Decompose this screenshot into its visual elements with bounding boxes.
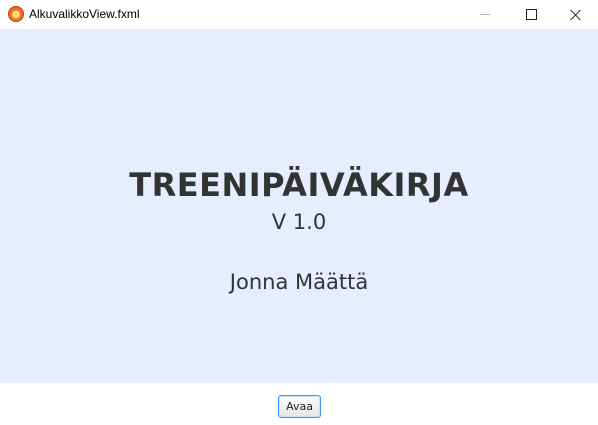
maximize-button[interactable] — [508, 0, 554, 29]
app-window: AlkuvalikkoView.fxml TREENIPÄIVÄKIRJA V … — [0, 0, 598, 425]
window-title: AlkuvalikkoView.fxml — [29, 7, 140, 21]
version-label: V 1.0 — [271, 210, 327, 234]
app-title: TREENIPÄIVÄKIRJA — [129, 166, 469, 204]
app-icon — [8, 6, 24, 22]
open-button[interactable]: Avaa — [278, 395, 321, 418]
minimize-icon — [480, 14, 490, 15]
splash-content: TREENIPÄIVÄKIRJA V 1.0 Jonna Määttä — [0, 29, 598, 383]
title-bar[interactable]: AlkuvalikkoView.fxml — [0, 0, 598, 29]
author-label: Jonna Määttä — [229, 270, 369, 294]
button-bar: Avaa — [0, 383, 598, 425]
close-button[interactable] — [553, 0, 598, 29]
maximize-icon — [525, 9, 537, 20]
minimize-button[interactable] — [462, 0, 508, 29]
close-icon — [570, 9, 582, 21]
